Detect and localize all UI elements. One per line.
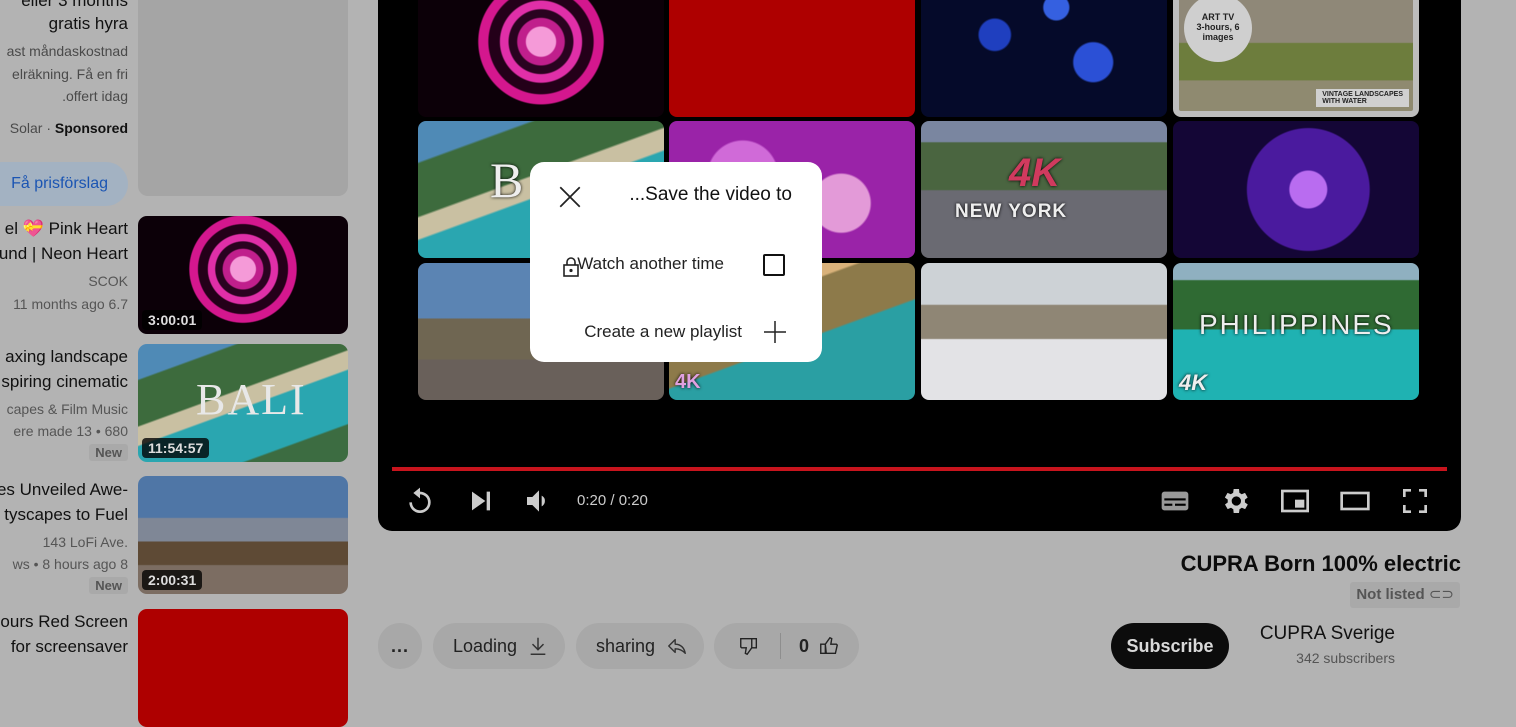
download-label: Loading (453, 636, 518, 656)
create-playlist-label[interactable]: Create a new playlist (584, 322, 742, 342)
sponsored-label: Sponsored (54, 120, 128, 136)
progress-bar[interactable] (392, 467, 1447, 471)
more-actions-button[interactable]: ... (378, 623, 422, 669)
thumbnail-text: ART TV 3-hours, 6 images (1184, 0, 1252, 62)
video-title: CUPRA Born 100% electric (1180, 551, 1461, 576)
share-label: sharing (596, 636, 656, 656)
thumbnail-text: B (490, 152, 524, 208)
like-dislike-group: 0 (714, 623, 859, 669)
settings-button[interactable] (1219, 485, 1251, 517)
end-screen-video[interactable]: 4K NEW YORK (921, 121, 1167, 258)
replay-icon (409, 487, 431, 513)
video-meta: 11 months ago 6.7 (13, 296, 128, 312)
video-title-line[interactable]: axing landscape (5, 344, 128, 369)
like-count: 0 (799, 636, 810, 656)
ad-meta: Solar · Sponsored (10, 120, 128, 136)
new-badge-wrap: New (89, 444, 128, 462)
fullscreen-button[interactable] (1399, 485, 1431, 517)
ad-description-line: ast måndaskostnad (6, 43, 128, 59)
dislike-icon[interactable] (738, 635, 760, 657)
visibility-badge: Not listed ⊂⊃ (1350, 582, 1460, 608)
share-icon (668, 638, 686, 655)
video-title-line[interactable]: tyscapes to Fuel (4, 502, 128, 527)
separator: · (46, 120, 51, 136)
download-icon (530, 637, 546, 655)
ad-title-line: gratis hyra (48, 14, 128, 33)
close-icon (559, 186, 581, 208)
thumbnail-text: BALI (196, 375, 307, 424)
end-screen-video[interactable]: ART TV 3-hours, 6 images VINTAGE LANDSCAP… (1173, 0, 1419, 117)
download-button[interactable]: Loading (433, 623, 565, 669)
end-screen-video[interactable] (669, 0, 915, 117)
share-button[interactable]: sharing (576, 623, 704, 669)
duration-badge: 3:00:01 (142, 310, 203, 330)
video-title-line[interactable]: spiring cinematic (1, 369, 128, 394)
video-title-line[interactable]: und | Neon Heart (0, 241, 128, 266)
volume-icon (527, 490, 545, 512)
thumbnail-text: VINTAGE LANDSCAPES WITH WATER (1316, 89, 1409, 107)
video-meta: ws • 8 hours ago 8 (12, 556, 128, 572)
end-screen-video[interactable] (418, 0, 664, 117)
video-meta: ere made 13 • 680 (13, 423, 128, 439)
end-screen-video[interactable] (921, 263, 1167, 400)
subtitles-button[interactable] (1159, 485, 1191, 517)
ad-description-line: elräkning. Få en fri (12, 66, 128, 82)
theater-mode-button[interactable] (1339, 485, 1371, 517)
new-badge: New (89, 577, 128, 594)
ad-cta-button[interactable]: Få prisförslag (0, 162, 128, 206)
video-title-line[interactable]: for screensaver (11, 634, 128, 659)
end-screen-video[interactable] (1173, 121, 1419, 258)
channel-name[interactable]: CUPRA Sverige (1260, 623, 1395, 645)
miniplayer-button[interactable] (1279, 485, 1311, 517)
divider (780, 633, 781, 659)
duration-badge: 11:54:57 (142, 438, 210, 458)
plus-icon (764, 321, 786, 343)
ad-advertiser: Solar (9, 120, 43, 136)
visibility-label: Not listed (1356, 586, 1425, 603)
video-thumbnail[interactable]: 3:00:01 (138, 216, 348, 334)
ad-thumbnail[interactable] (138, 0, 348, 196)
video-title-line[interactable]: es Unveiled Awe- (0, 477, 128, 502)
video-thumbnail[interactable]: 2:00:31 (138, 476, 348, 594)
new-badge: New (89, 444, 128, 461)
playlist-name[interactable]: Watch another time (577, 254, 724, 274)
subscriber-count: 342 subscribers (1296, 650, 1395, 666)
save-to-playlist-dialog: ...Save the video to Watch another time … (530, 162, 822, 362)
thumbnail-text: NEW YORK (955, 201, 1068, 222)
theater-mode-icon (1340, 491, 1370, 511)
dialog-title: ...Save the video to (629, 184, 792, 205)
video-title-line[interactable]: ours Red Screen (0, 609, 128, 634)
settings-icon (1224, 489, 1248, 513)
channel-name[interactable]: 143 LoFi Ave. (43, 531, 128, 553)
end-screen-video[interactable] (921, 0, 1167, 117)
link-icon: ⊂⊃ (1428, 586, 1454, 603)
fullscreen-icon (1403, 489, 1427, 513)
end-screen-video[interactable]: PHILIPPINES 4K (1173, 263, 1419, 400)
channel-name[interactable]: capes & Film Music (7, 398, 128, 420)
time-display: 0:20 / 0:20 (577, 492, 648, 509)
thumbnail-text: 4K (1179, 370, 1208, 395)
channel-name[interactable]: SCOK (88, 270, 128, 292)
thumbnail-text: 4K (675, 371, 701, 393)
thumbnail-text: PHILIPPINES (1199, 309, 1394, 340)
like-icon[interactable] (818, 635, 840, 657)
video-thumbnail[interactable] (138, 609, 348, 727)
next-button[interactable] (464, 485, 496, 517)
duration-badge: 2:00:31 (142, 570, 203, 590)
thumbnail-text: 4K (1009, 151, 1061, 195)
miniplayer-icon (1281, 489, 1309, 513)
playlist-checkbox[interactable] (763, 254, 785, 276)
replay-button[interactable] (404, 485, 436, 517)
video-thumbnail[interactable]: BALI 11:54:57 (138, 344, 348, 462)
new-badge-wrap: New (89, 577, 128, 595)
subtitles-icon (1161, 491, 1189, 511)
volume-button[interactable] (523, 485, 555, 517)
subscribe-button[interactable]: Subscribe (1111, 623, 1229, 669)
next-icon (472, 491, 490, 511)
video-title-line[interactable]: el 💝 Pink Heart (5, 216, 128, 241)
close-button[interactable] (557, 184, 583, 210)
ad-description-line: .offert idag (62, 88, 128, 104)
